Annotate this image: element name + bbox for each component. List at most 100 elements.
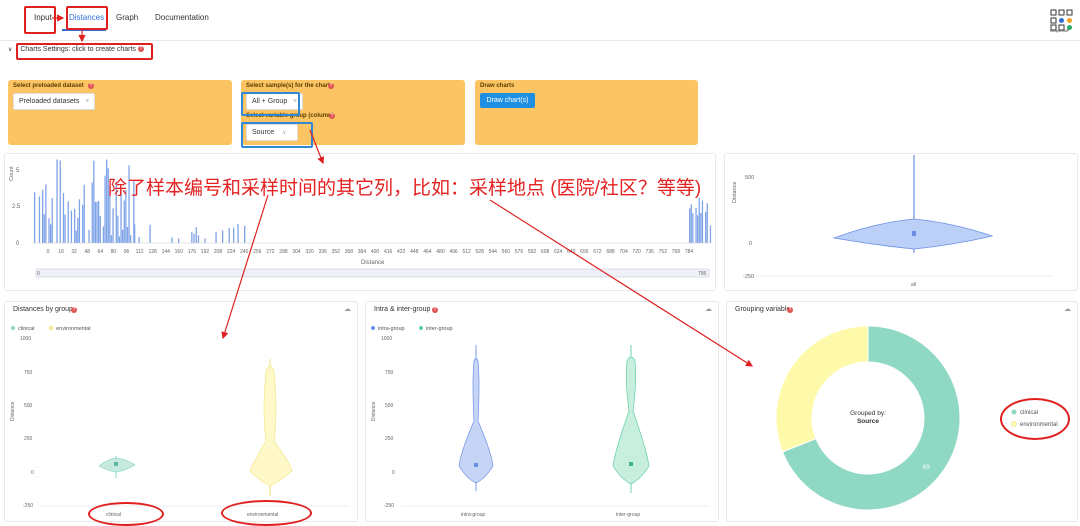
range-slider[interactable] [35,268,710,278]
y-tick-label: 500 [745,175,754,181]
x-tick-label: 608 [541,249,550,255]
panel-label: Select sample(s) for the charts [246,83,334,89]
top-navbar: Input Distances Graph Documentation Grap… [0,0,1080,41]
y-axis-label: Distance [10,401,16,421]
histogram-bar [215,232,217,243]
draw-charts-button[interactable]: Draw chart(s) [480,93,535,108]
x-tick-label: 416 [384,249,393,255]
histogram-bar [195,227,197,243]
x-tick-label: 96 [124,249,130,255]
y-tick-label: 0 [392,470,395,476]
legend-environmental-marker [48,325,54,331]
histogram-bars [34,159,712,243]
y-tick-label: 0 [749,241,752,247]
x-tick-label: all [911,282,916,288]
x-tick-label: 384 [358,249,367,255]
histogram-bar [134,224,136,243]
x-tick-label: 432 [397,249,406,255]
x-tick-label: 704 [619,249,628,255]
x-tick-label: 592 [528,249,537,255]
question-circle-icon[interactable]: ? [328,83,334,89]
x-tick-label: 320 [305,249,314,255]
x-tick-label: 0 [47,249,50,255]
y-tick-label: 500 [24,403,33,409]
panel-preloaded-dataset: Select preloaded dataset ? Preloaded dat… [8,80,232,145]
x-tick-label: 720 [633,249,642,255]
x-tick-label: 32 [71,249,77,255]
distances-by-group-chart: clinical environmental 1000 750 500 250 … [10,325,349,518]
x-tick-label: 48 [84,249,90,255]
chevron-down-icon: ∨ [8,47,13,53]
histogram-bar [122,229,124,243]
x-tick-label: 336 [319,249,328,255]
histogram-bar [104,175,106,243]
histogram-bar [701,200,704,243]
histogram-bar [697,215,699,243]
question-circle-icon[interactable]: ? [88,83,94,89]
histogram-bar [94,201,97,243]
y-tick-label: 250 [24,436,33,442]
histogram-bar [689,208,691,243]
histogram-bar [62,192,65,243]
x-tick-label: 656 [580,249,589,255]
histogram-bar [138,236,140,243]
x-tick-label: 752 [659,249,668,255]
y-tick-label: 750 [385,370,394,376]
x-tick-label: 784 [685,249,694,255]
annotation-box-samples [241,92,300,116]
x-tick-label: 688 [606,249,615,255]
x-tick-label: 288 [279,249,288,255]
y-tick-label: 2.5 [12,204,21,210]
annotation-oval-environmental [221,500,312,526]
histogram-bar [96,201,98,243]
panel-label: Select preloaded dataset [13,83,84,89]
histogram-bar [178,238,180,243]
y-axis-label: Count [9,166,15,181]
histogram-bar [83,184,85,243]
histogram-bar [91,182,93,243]
legend-clinical-marker [11,326,15,330]
x-tick-label: 528 [476,249,485,255]
close-icon[interactable]: × [85,98,89,105]
histogram-bar [78,199,81,243]
y-tick-label: 500 [385,403,394,409]
select-value: Preloaded datasets [19,98,80,105]
violin-median [474,463,478,467]
histogram-bar [77,217,79,243]
tab-documentation[interactable]: Documentation [155,13,209,22]
histogram-bar [193,233,195,243]
histogram-bar [204,238,206,243]
histogram-bar [51,198,53,243]
annotation-box-settings [16,43,153,60]
x-tick-label: 512 [462,249,471,255]
question-circle-icon[interactable]: ? [329,113,335,119]
x-tick-label: 80 [111,249,117,255]
x-tick-label: 208 [214,249,223,255]
x-tick-label: 16 [58,249,64,255]
x-tick-label: 464 [423,249,432,255]
tab-graph[interactable]: Graph [116,13,138,22]
histogram-bar [692,213,694,243]
preloaded-dataset-select[interactable]: Preloaded datasets × [13,93,96,110]
histogram-bar [123,200,125,243]
x-tick-label: 736 [646,249,655,255]
histogram-bar [48,218,50,243]
histogram-bar [45,184,47,243]
histogram-bar [117,215,119,243]
x-tick-label: 112 [136,249,144,255]
y-tick-label: 750 [24,370,33,376]
x-tick-label: 624 [554,249,563,255]
legend-intra-marker [371,326,375,330]
legend-intra-label: intra-group [378,326,405,332]
x-tick-label: 496 [449,249,458,255]
pie-center-value: Source [857,418,879,425]
histogram-bar [93,160,95,243]
pie-slice-environmental[interactable] [775,325,869,453]
pie-center-label: Grouped by: [850,410,886,417]
histogram-bar [70,210,73,243]
histogram-bar [112,208,114,243]
histogram-bar [118,236,121,243]
histogram-bar [75,230,77,243]
x-tick-label: 304 [292,249,301,255]
y-tick-label: 0 [16,241,20,247]
